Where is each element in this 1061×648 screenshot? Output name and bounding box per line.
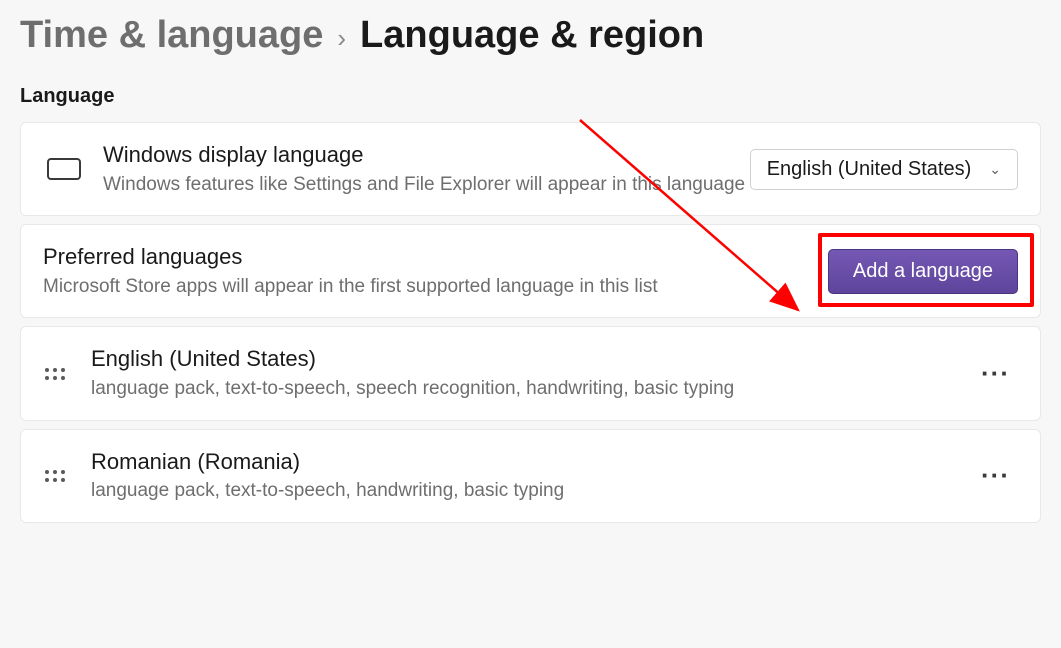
chevron-right-icon: › — [337, 23, 346, 54]
display-language-sub: Windows features like Settings and File … — [103, 172, 750, 198]
preferred-languages-card: Preferred languages Microsoft Store apps… — [20, 224, 1041, 318]
language-item-text: Romanian (Romania) language pack, text-t… — [91, 448, 973, 504]
breadcrumb-current: Language & region — [360, 14, 704, 57]
language-item-english[interactable]: English (United States) language pack, t… — [20, 326, 1041, 420]
display-language-dropdown[interactable]: English (United States) ⌄ — [750, 149, 1018, 190]
add-language-button[interactable]: Add a language — [828, 249, 1018, 294]
preferred-languages-title: Preferred languages — [43, 243, 828, 272]
more-options-button[interactable]: ··· — [973, 460, 1018, 491]
chevron-down-icon: ⌄ — [989, 161, 1001, 178]
display-language-text: Windows display language Windows feature… — [103, 141, 750, 197]
monitor-icon — [43, 158, 85, 180]
breadcrumb: Time & language › Language & region — [0, 0, 1061, 85]
preferred-languages-text: Preferred languages Microsoft Store apps… — [43, 243, 828, 299]
more-options-button[interactable]: ··· — [973, 358, 1018, 389]
language-name: Romanian (Romania) — [91, 448, 973, 477]
display-language-title: Windows display language — [103, 141, 750, 170]
language-item-romanian[interactable]: Romanian (Romania) language pack, text-t… — [20, 429, 1041, 523]
breadcrumb-parent[interactable]: Time & language — [20, 14, 323, 57]
drag-handle-icon[interactable] — [43, 368, 67, 380]
language-item-text: English (United States) language pack, t… — [91, 345, 973, 401]
language-name: English (United States) — [91, 345, 973, 374]
language-features: language pack, text-to-speech, speech re… — [91, 376, 973, 402]
language-features: language pack, text-to-speech, handwriti… — [91, 478, 973, 504]
display-language-card: Windows display language Windows feature… — [20, 122, 1041, 216]
drag-handle-icon[interactable] — [43, 470, 67, 482]
section-title-language: Language — [0, 85, 1061, 122]
display-language-selected: English (United States) — [767, 158, 972, 181]
preferred-languages-sub: Microsoft Store apps will appear in the … — [43, 274, 828, 300]
